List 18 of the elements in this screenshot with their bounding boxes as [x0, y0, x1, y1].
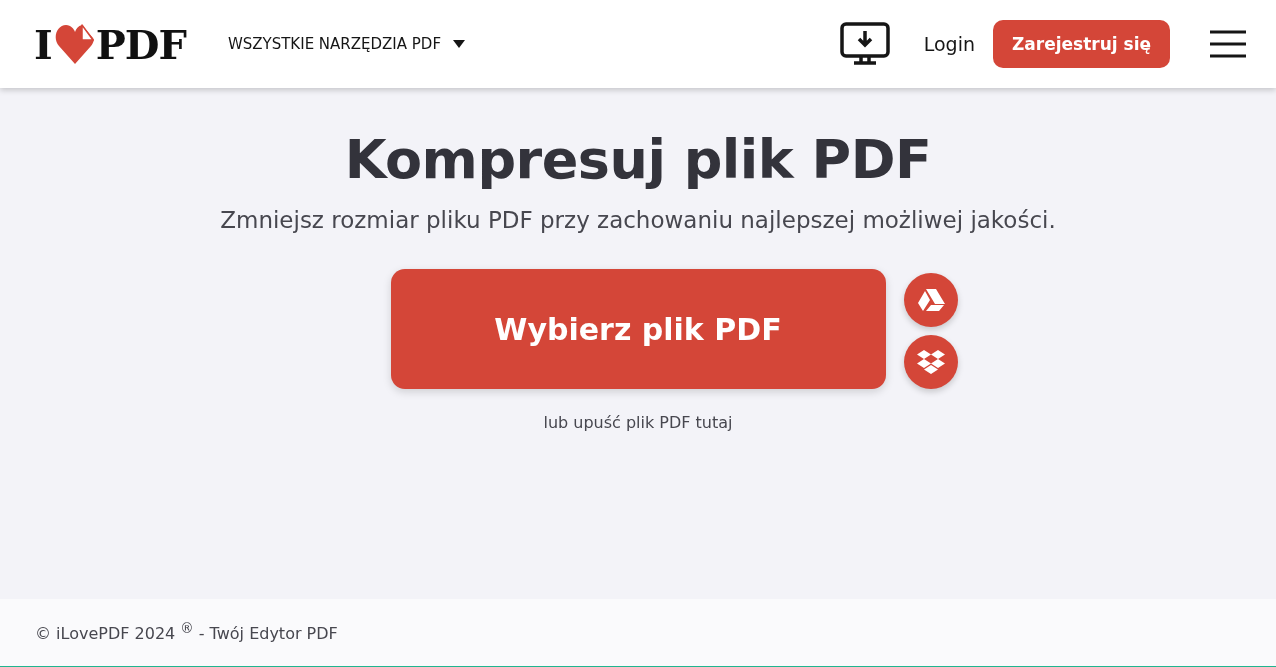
dropbox-button[interactable] — [903, 335, 958, 389]
copyright-text: © iLovePDF 2024 $^{®}$ - Twój Edytor PDF — [35, 621, 338, 644]
page-subtitle: Zmniejsz rozmiar pliku PDF przy zachowaniu najlepszej możliwej jakości. — [220, 207, 1056, 233]
logo-text: PDF — [95, 20, 186, 68]
desktop-download-icon[interactable] — [839, 22, 890, 66]
register-button[interactable]: Zarejestruj się — [992, 20, 1170, 68]
select-file-button[interactable]: Wybierz plik PDF — [390, 269, 886, 389]
drive-button[interactable] — [903, 273, 958, 327]
logo-letter: I — [34, 20, 52, 68]
drive-icon — [916, 288, 945, 312]
login-link[interactable]: Login — [923, 33, 975, 55]
page-title: Kompresuj plik PDF — [344, 128, 932, 191]
menu-icon[interactable] — [1210, 30, 1246, 58]
heart-logo-icon — [54, 22, 95, 66]
tools-menu[interactable]: WSZYSTKIE NARZĘDZIA PDF — [227, 35, 466, 53]
drop-hint: lub upuść plik PDF tutaj — [543, 413, 733, 432]
caret-icon — [453, 40, 466, 48]
dropbox-icon — [916, 349, 945, 375]
